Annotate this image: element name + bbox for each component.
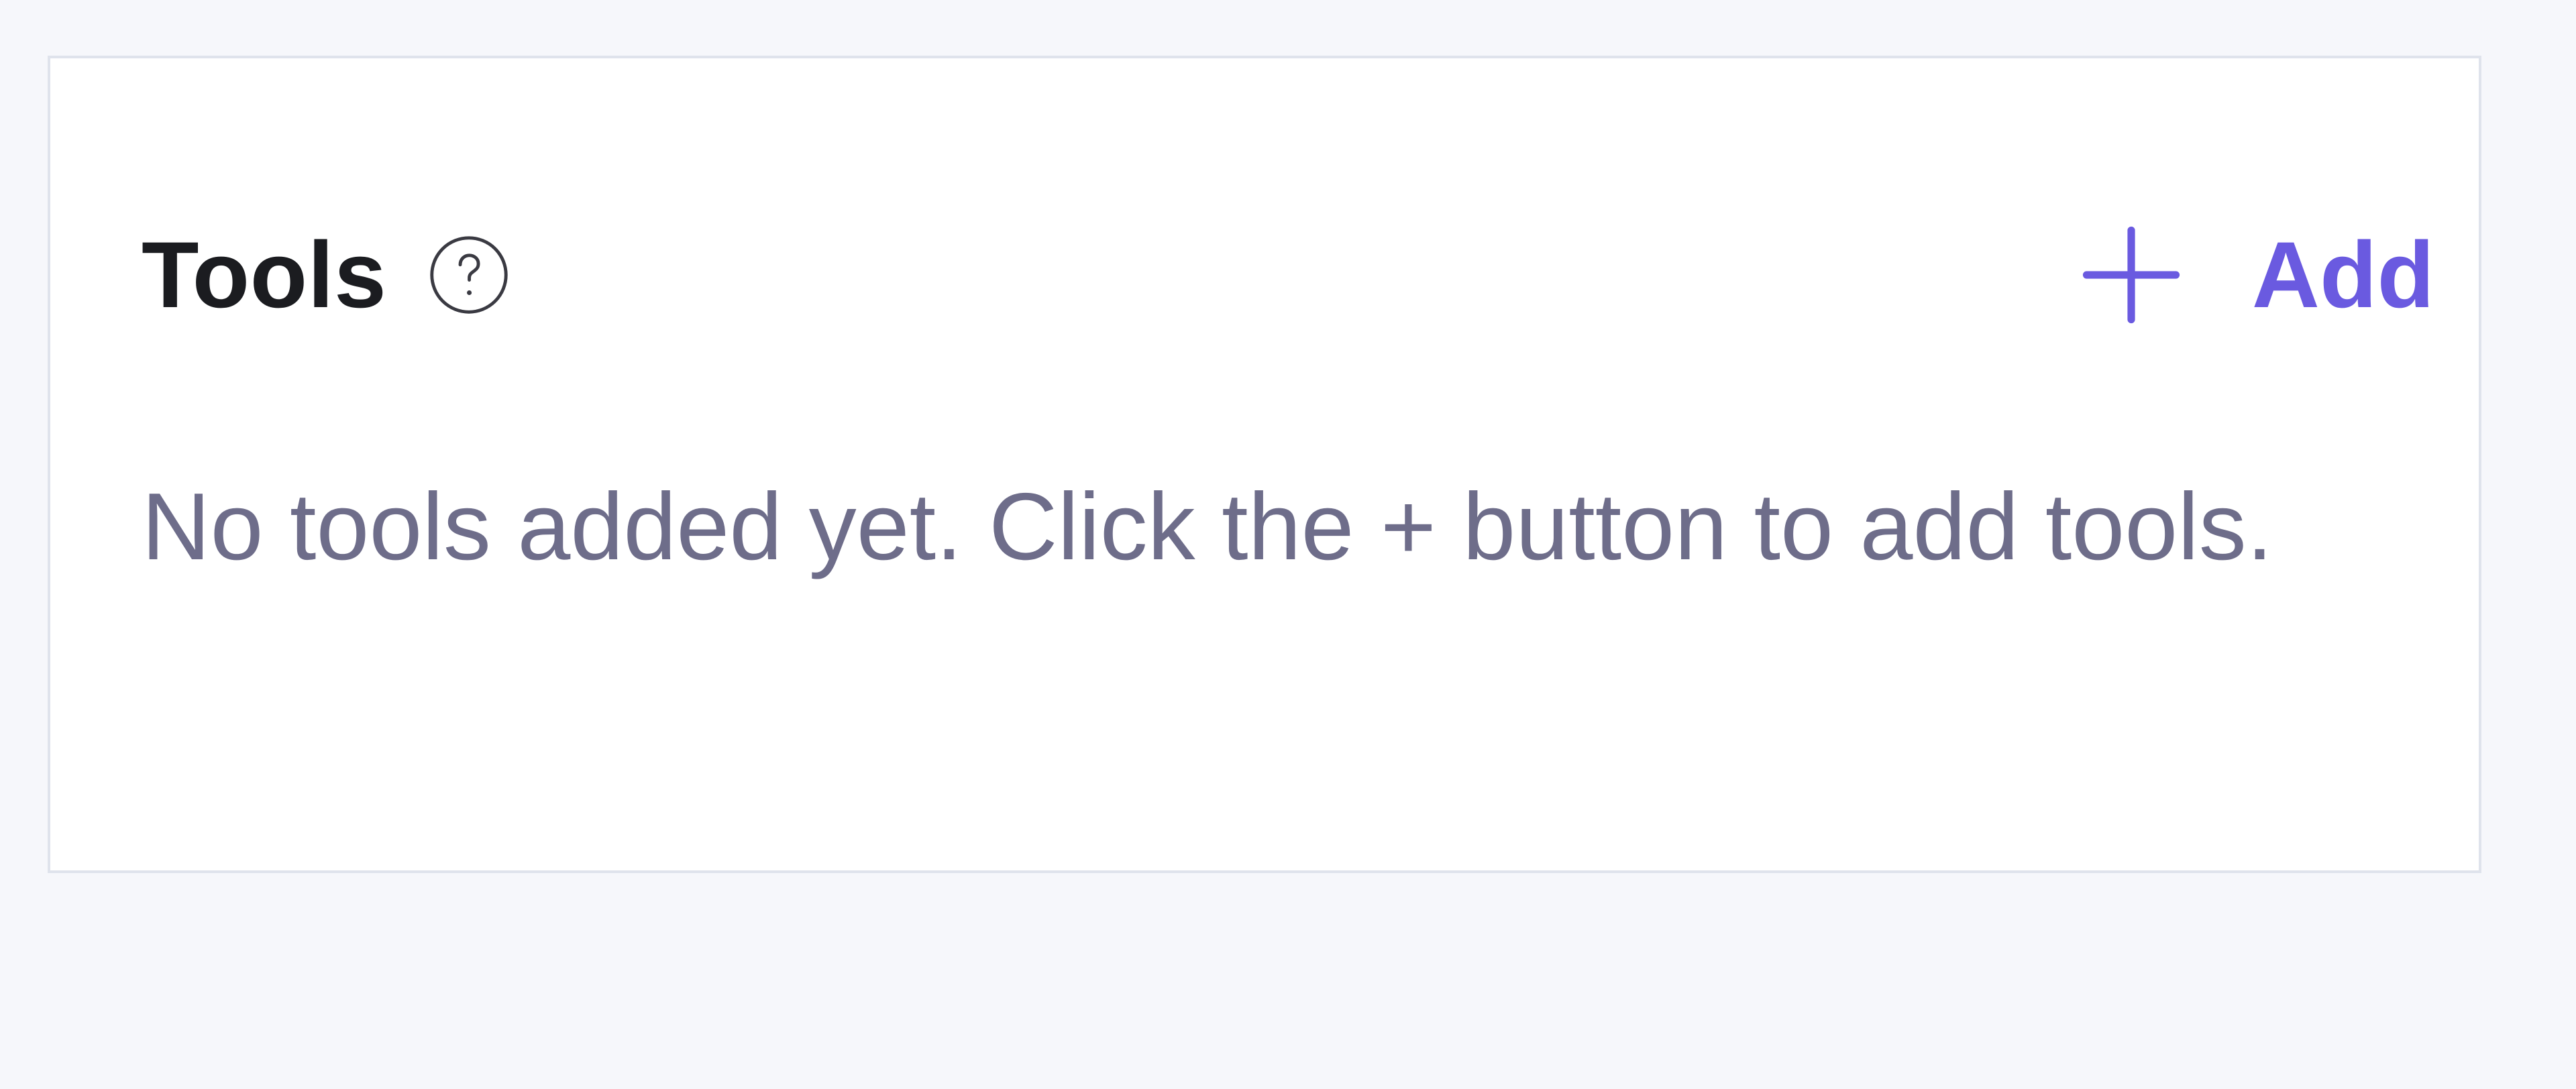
title-group: Tools bbox=[142, 221, 513, 329]
add-tool-button[interactable]: Add bbox=[2075, 219, 2434, 331]
empty-state-message: No tools added yet. Click the + button t… bbox=[142, 473, 2273, 580]
add-button-label: Add bbox=[2251, 222, 2434, 327]
tools-title: Tools bbox=[142, 222, 387, 327]
tools-header: Tools Add bbox=[142, 221, 2434, 329]
plus-icon bbox=[2075, 219, 2188, 331]
question-circle-icon[interactable] bbox=[425, 231, 513, 319]
